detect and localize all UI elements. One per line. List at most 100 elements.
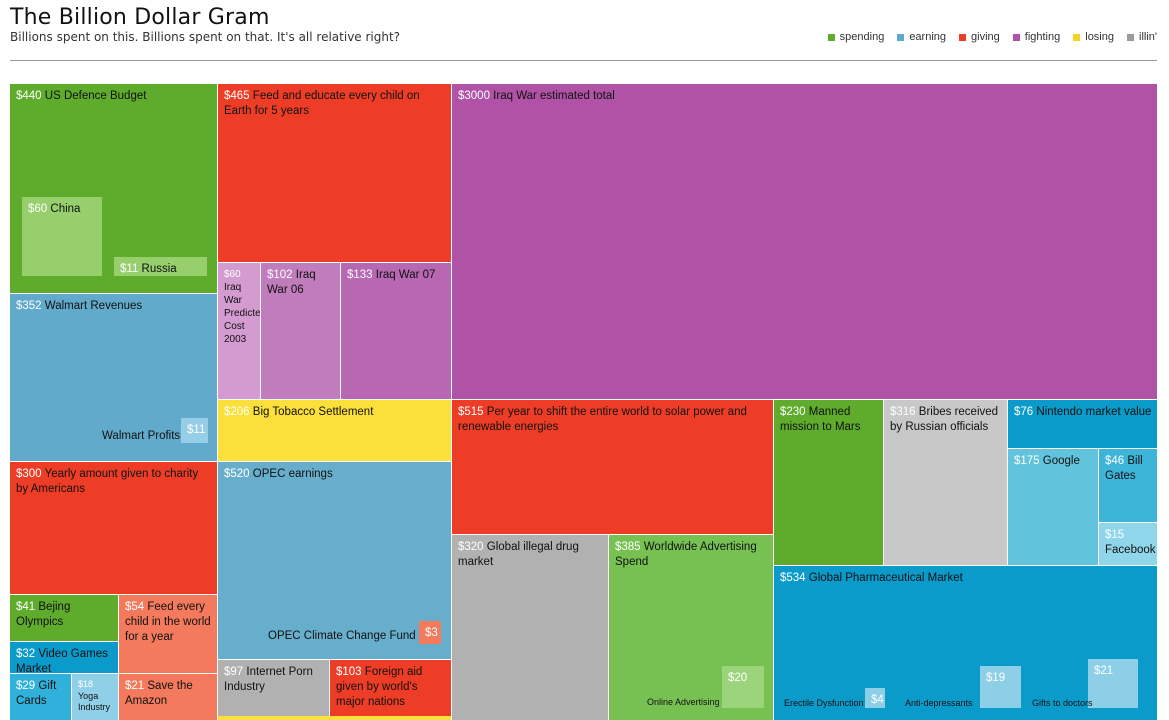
cell-label: $11 Russia	[120, 262, 203, 276]
cell-value: $60	[28, 203, 48, 215]
cell-label: $60 China	[28, 202, 98, 217]
cell-label: $19	[986, 671, 1017, 686]
cell-label: $133 Iraq War 07	[347, 268, 447, 283]
treemap-cell[interactable]: $4	[865, 688, 885, 708]
cell-name: US Defence Budget	[41, 90, 147, 102]
treemap-cell[interactable]: $230 Manned mission to Mars	[774, 400, 883, 565]
cell-value: $385	[615, 541, 641, 553]
treemap-cell[interactable]: $3000 Iraq War estimated total	[452, 84, 1157, 399]
cell-name: Big Tobacco Settlement	[249, 406, 374, 418]
treemap-cell[interactable]: $206 Big Tobacco Settlement	[218, 400, 451, 461]
cell-name: Global Pharmaceutical Market	[805, 572, 963, 584]
cell-label: $21	[1094, 664, 1134, 679]
treemap-cell[interactable]: $97 Internet Porn Industry	[218, 660, 329, 720]
cell-label: $3000 Iraq War estimated total	[458, 89, 1153, 104]
cell-label: $465 Feed and educate every child on Ear…	[224, 89, 447, 119]
cell-value: $20	[728, 672, 748, 684]
cell-value: $11	[187, 424, 206, 436]
treemap-cell[interactable]: $515 Per year to shift the entire world …	[452, 400, 773, 534]
cell-label: $440 US Defence Budget	[16, 89, 213, 104]
cell-value: $3000	[458, 90, 490, 102]
cell-value: $534	[780, 572, 806, 584]
cell-value: $19	[986, 672, 1006, 684]
treemap-cell[interactable]: $60 China	[22, 197, 102, 276]
cell-value: $21	[125, 680, 145, 692]
treemap-cell[interactable]: $175 Google	[1008, 449, 1098, 565]
treemap-cell[interactable]: $18 Yoga Industry	[72, 674, 118, 720]
cell-label: $18 Yoga Industry	[78, 679, 114, 714]
cell-value: $4	[871, 694, 884, 706]
cell-caption: Walmart Profits	[102, 430, 181, 442]
cell-value: $18	[78, 679, 94, 689]
cell-name: Iraq War 07	[372, 269, 436, 281]
cell-label: $41 Bejing Olympics	[16, 600, 114, 630]
treemap-cell[interactable]: $21 Save the Amazon	[119, 674, 217, 720]
cell-label: $534 Global Pharmaceutical Market	[780, 571, 1153, 586]
cell-value: $352	[16, 300, 42, 312]
treemap-cell[interactable]: $11	[181, 418, 208, 443]
cell-name: Walmart Revenues	[41, 300, 143, 312]
treemap-cell[interactable]: $19	[980, 666, 1021, 708]
cell-label: $11	[187, 423, 206, 438]
cell-label: $515 Per year to shift the entire world …	[458, 405, 769, 435]
treemap-cell[interactable]: $3	[419, 621, 441, 644]
treemap-cell[interactable]: $46 Bill Gates	[1099, 449, 1157, 522]
cell-value: $515	[458, 406, 484, 418]
treemap-cell[interactable]: $11 Russia	[114, 257, 207, 276]
cell-label: $21 Save the Amazon	[125, 679, 213, 709]
cell-label: $3	[425, 626, 438, 641]
cell-caption: OPEC Climate Change Fund	[268, 630, 416, 642]
treemap-cell[interactable]: $102 Iraq War 06	[261, 263, 340, 399]
cell-name: Iraq War estimated total	[489, 90, 615, 102]
cell-value: $29	[16, 680, 36, 692]
cell-label: $385 Worldwide Advertising Spend	[615, 540, 769, 570]
cell-value: $32	[16, 648, 36, 660]
cell-value: $440	[16, 90, 42, 102]
cell-label: $20	[728, 671, 760, 686]
cell-label: $320 Global illegal drug market	[458, 540, 604, 570]
cell-value: $21	[1094, 665, 1114, 677]
cell-label: $352 Walmart Revenues	[16, 299, 213, 314]
treemap-cell[interactable]: $29 Gift Cards	[10, 674, 71, 720]
treemap-cell[interactable]: $103 Foreign aid given by world's major …	[330, 660, 451, 720]
treemap-cell[interactable]: $320 Global illegal drug market	[452, 535, 608, 720]
cell-label: $230 Manned mission to Mars	[780, 405, 879, 435]
cell-label: $32 Video Games Market	[16, 647, 114, 673]
treemap-cell[interactable]: $21	[1088, 659, 1138, 708]
cell-value: $3	[425, 627, 438, 639]
treemap-cell[interactable]: $15 Facebook	[1099, 523, 1157, 565]
cell-value: $320	[458, 541, 484, 553]
cell-name: Google	[1039, 455, 1080, 467]
cell-label: $4	[871, 693, 884, 708]
treemap-cell[interactable]: $60 Iraq War Predicted Cost 2003	[218, 263, 260, 399]
cell-name: Per year to shift the entire world to so…	[458, 406, 747, 433]
treemap-cell[interactable]: $76 Nintendo market value	[1008, 400, 1157, 448]
cell-label: $316 Bribes received by Russian official…	[890, 405, 1003, 435]
cell-name: Iraq War Predicted Cost 2003	[224, 282, 260, 345]
treemap-cell[interactable]: $20	[722, 666, 764, 708]
cell-name: Facebook	[1105, 543, 1156, 556]
cell-caption: Anti-depressants	[905, 698, 973, 708]
cell-value: $175	[1014, 455, 1040, 467]
cell-value: $300	[16, 468, 42, 480]
treemap-cell[interactable]: $41 Bejing Olympics	[10, 595, 118, 641]
cell-label: $175 Google	[1014, 454, 1094, 469]
cell-label: $97 Internet Porn Industry	[224, 665, 325, 695]
cell-value: $41	[16, 601, 36, 613]
treemap-cell[interactable]: $32 Video Games Market	[10, 642, 118, 673]
cell-label: $103 Foreign aid given by world's major …	[336, 665, 447, 710]
cell-value: $60	[224, 269, 241, 280]
cell-name: OPEC earnings	[249, 468, 333, 480]
treemap-cell[interactable]: $54 Feed every child in the world for a …	[119, 595, 217, 673]
treemap-cell[interactable]: $300 Yearly amount given to charity by A…	[10, 462, 217, 594]
cell-label: $29 Gift Cards	[16, 679, 67, 709]
cell-value: $316	[890, 406, 916, 418]
treemap-chart: $440 US Defence Budget $60 China $11 Russi…	[0, 0, 1169, 720]
cell-value: $15	[1105, 529, 1125, 541]
cell-name: Yoga Industry	[78, 690, 111, 713]
cell-value: $102	[267, 269, 293, 281]
treemap-cell[interactable]: $316 Bribes received by Russian official…	[884, 400, 1007, 565]
treemap-cell[interactable]: $465 Feed and educate every child on Ear…	[218, 84, 451, 262]
treemap-cell[interactable]: $133 Iraq War 07	[341, 263, 451, 399]
cell-value: $11	[120, 263, 139, 275]
